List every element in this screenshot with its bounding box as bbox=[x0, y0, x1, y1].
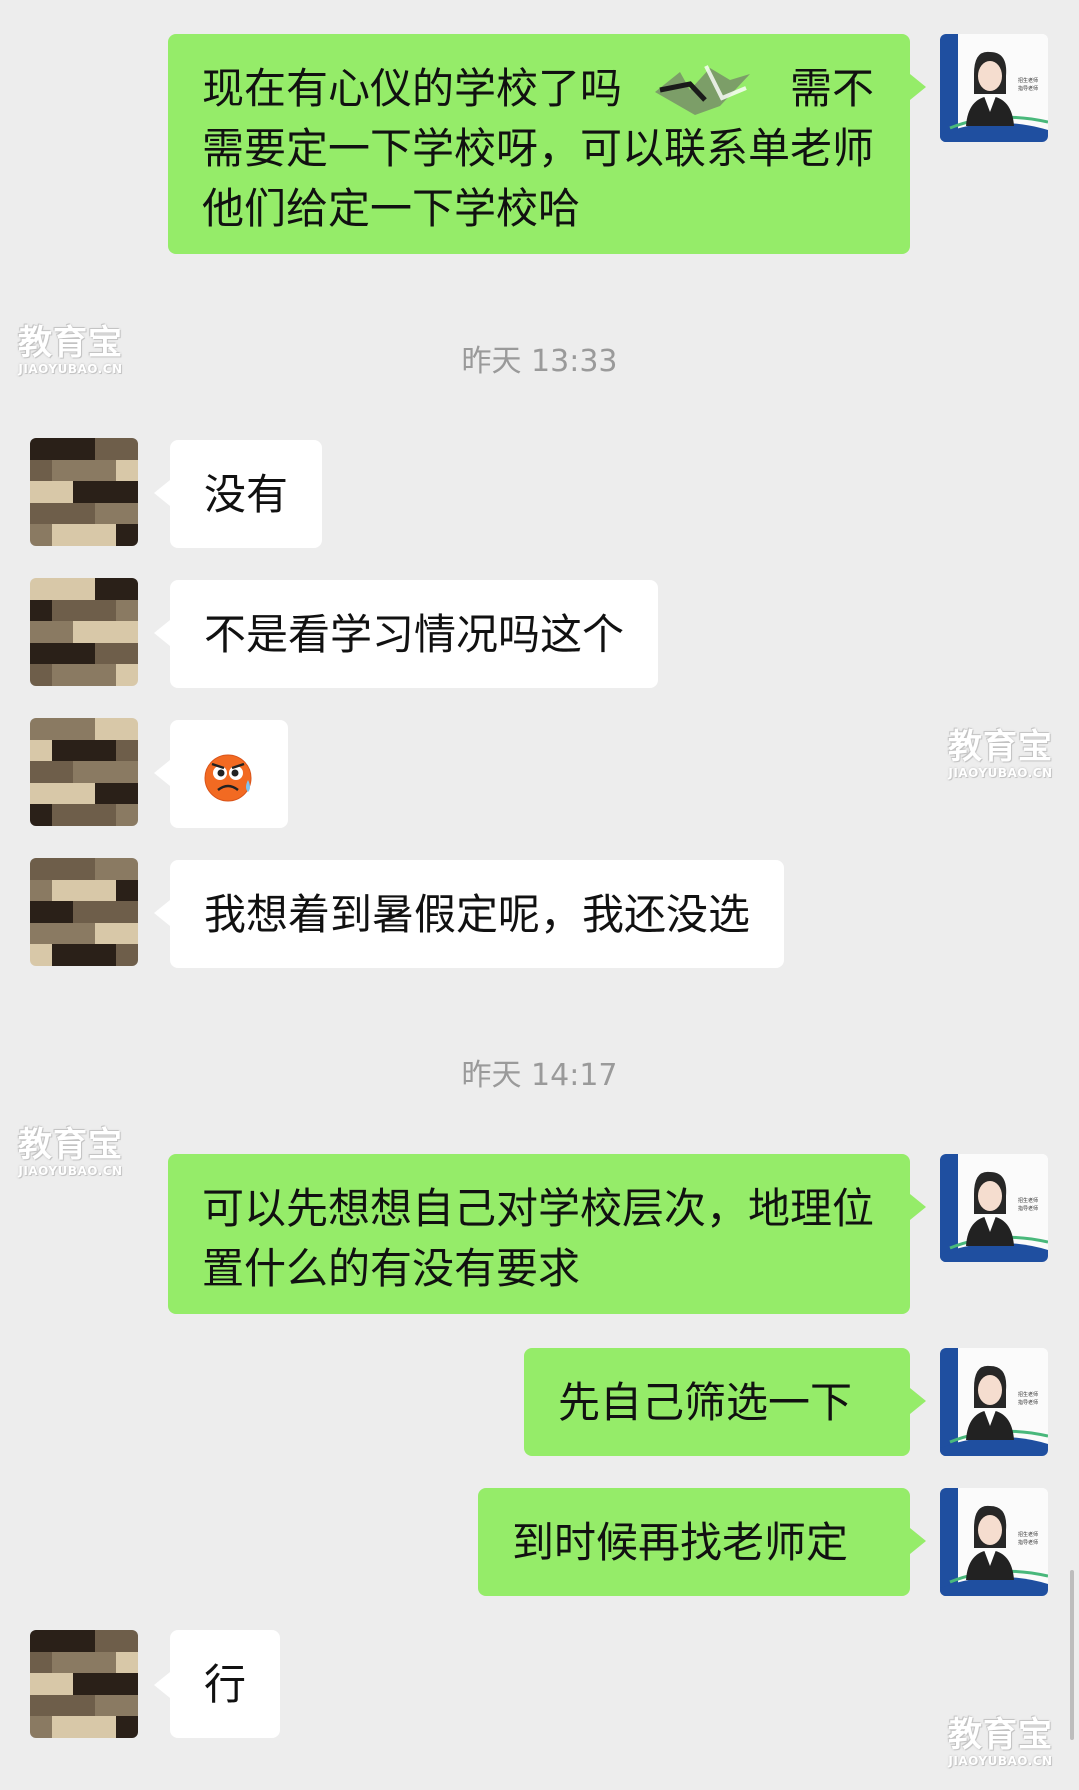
timestamp: 昨天 13:33 bbox=[461, 344, 618, 379]
redaction-mark bbox=[655, 65, 750, 115]
message-bubble-received[interactable] bbox=[170, 720, 288, 828]
teacher-avatar-icon: 招生老师 指导老师 bbox=[940, 1488, 1048, 1596]
message-text: 不是看学习情况吗这个 bbox=[204, 610, 625, 659]
scrollbar[interactable] bbox=[1070, 1570, 1074, 1740]
watermark-text: 教育宝 bbox=[948, 1715, 1053, 1755]
svg-text:招生老师: 招生老师 bbox=[1018, 77, 1038, 84]
watermark-subtext: JIAOYUBAO.CN bbox=[18, 1164, 123, 1178]
teacher-avatar-icon: 招生老师 指导老师 bbox=[940, 34, 1048, 142]
user-avatar[interactable] bbox=[30, 858, 138, 966]
watermark-subtext: JIAOYUBAO.CN bbox=[948, 766, 1053, 780]
bubble-tail bbox=[154, 620, 170, 646]
svg-text:招生老师: 招生老师 bbox=[1018, 1391, 1038, 1398]
message-bubble-sent[interactable]: 可以先想想自己对学校层次，地理位置什么的有没有要求 bbox=[168, 1154, 910, 1314]
message-bubble-sent[interactable]: 先自己筛选一下 bbox=[524, 1348, 910, 1456]
watermark-subtext: JIAOYUBAO.CN bbox=[948, 1754, 1053, 1768]
teacher-avatar[interactable]: 招生老师 指导老师 bbox=[940, 1154, 1048, 1262]
user-avatar[interactable] bbox=[30, 718, 138, 826]
teacher-avatar[interactable]: 招生老师 指导老师 bbox=[940, 1488, 1048, 1596]
bubble-tail bbox=[910, 1528, 926, 1554]
watermark-text: 教育宝 bbox=[18, 1125, 123, 1165]
teacher-avatar[interactable]: 招生老师 指导老师 bbox=[940, 34, 1048, 142]
user-avatar[interactable] bbox=[30, 1630, 138, 1738]
message-text: 行 bbox=[204, 1660, 247, 1709]
bubble-tail bbox=[910, 74, 926, 100]
teacher-avatar-icon: 招生老师 指导老师 bbox=[940, 1154, 1048, 1262]
sweat-angry-face-emoji bbox=[204, 754, 252, 802]
bubble-tail bbox=[910, 1194, 926, 1220]
message-bubble-sent[interactable]: 到时候再找老师定 bbox=[478, 1488, 910, 1596]
message-text: 现在有心仪的学校了吗 需不需要定一下学校呀，可以联系单老师他们给定一下学校哈 bbox=[202, 64, 875, 233]
bubble-tail bbox=[910, 1388, 926, 1414]
message-text: 没有 bbox=[204, 470, 289, 519]
watermark-text: 教育宝 bbox=[948, 727, 1053, 767]
message-bubble-received[interactable]: 没有 bbox=[170, 440, 323, 548]
svg-text:招生老师: 招生老师 bbox=[1018, 1531, 1038, 1538]
svg-text:指导老师: 指导老师 bbox=[1018, 85, 1038, 92]
teacher-avatar[interactable]: 招生老师 指导老师 bbox=[940, 1348, 1048, 1456]
svg-text:招生老师: 招生老师 bbox=[1018, 1197, 1038, 1204]
bubble-tail bbox=[154, 760, 170, 786]
user-avatar[interactable] bbox=[30, 578, 138, 686]
message-text: 先自己筛选一下 bbox=[558, 1378, 853, 1427]
message-bubble-received[interactable]: 我想着到暑假定呢，我还没选 bbox=[170, 860, 785, 968]
watermark-logo: 教育宝 JIAOYUBAO.CN bbox=[18, 1126, 123, 1178]
user-avatar[interactable] bbox=[30, 438, 138, 546]
svg-text:指导老师: 指导老师 bbox=[1018, 1539, 1038, 1546]
bubble-tail bbox=[154, 900, 170, 926]
svg-text:指导老师: 指导老师 bbox=[1018, 1205, 1038, 1212]
message-bubble-received[interactable]: 不是看学习情况吗这个 bbox=[170, 580, 659, 688]
bubble-tail bbox=[154, 1672, 170, 1698]
message-text: 可以先想想自己对学校层次，地理位置什么的有没有要求 bbox=[202, 1184, 875, 1293]
message-text: 我想着到暑假定呢，我还没选 bbox=[204, 890, 751, 939]
svg-text:指导老师: 指导老师 bbox=[1018, 1399, 1038, 1406]
message-bubble-received[interactable]: 行 bbox=[170, 1630, 281, 1738]
watermark-logo: 教育宝 JIAOYUBAO.CN bbox=[948, 728, 1053, 780]
teacher-avatar-icon: 招生老师 指导老师 bbox=[940, 1348, 1048, 1456]
message-text: 到时候再找老师定 bbox=[512, 1518, 849, 1567]
bubble-tail bbox=[154, 480, 170, 506]
watermark-logo: 教育宝 JIAOYUBAO.CN bbox=[948, 1716, 1053, 1768]
message-bubble-sent[interactable]: 现在有心仪的学校了吗 需不需要定一下学校呀，可以联系单老师他们给定一下学校哈 bbox=[168, 34, 910, 254]
timestamp: 昨天 14:17 bbox=[461, 1058, 618, 1093]
